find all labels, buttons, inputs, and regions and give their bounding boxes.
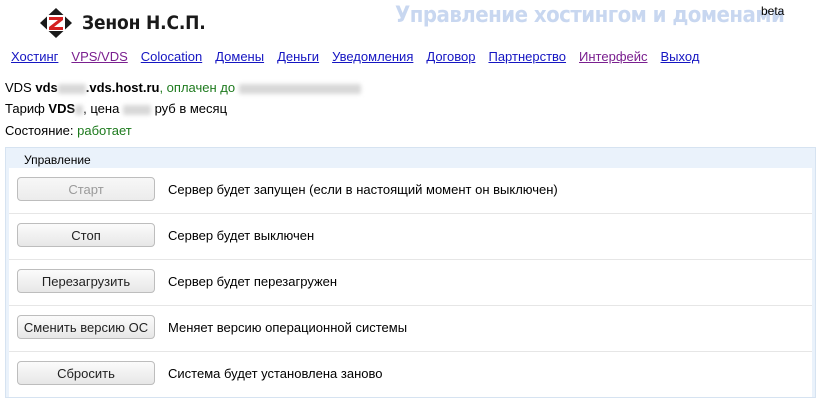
change-os-button[interactable]: Сменить версию ОС xyxy=(17,315,155,339)
redacted-tariff xyxy=(75,104,84,115)
reset-description: Система будет установлена заново xyxy=(168,366,383,381)
server-line: VDS vds .vds.host.ru, оплачен до xyxy=(5,80,361,95)
stop-description: Сервер будет выключен xyxy=(168,228,315,243)
panel-title: Управление xyxy=(24,153,91,167)
nav-money[interactable]: Деньги xyxy=(277,49,319,64)
page-slogan: Управление хостингом и доменами xyxy=(395,3,785,28)
beta-label: beta xyxy=(761,4,785,18)
nav-contract[interactable]: Договор xyxy=(426,49,475,64)
reset-button[interactable]: Сбросить xyxy=(17,361,155,385)
server-prefix: VDS xyxy=(5,80,32,95)
start-description: Сервер будет запущен (если в настоящий м… xyxy=(168,182,558,197)
redacted-paid-date xyxy=(238,83,361,94)
reboot-button[interactable]: Перезагрузить xyxy=(17,269,155,293)
paid-label: , оплачен до xyxy=(159,80,236,95)
price-label: , цена xyxy=(83,101,120,116)
action-row-reset: Сбросить Система будет установлена занов… xyxy=(9,352,812,397)
state-value: работает xyxy=(77,123,132,138)
nav-hosting[interactable]: Хостинг xyxy=(11,49,58,64)
panel-body: Старт Сервер будет запущен (если в насто… xyxy=(9,168,812,397)
server-host-end: .vds.host.ru xyxy=(85,80,160,95)
main-nav: Хостинг VPS/VDS Colocation Домены Деньги… xyxy=(11,49,712,64)
state-line: Состояние: работает xyxy=(5,123,132,138)
reboot-description: Сервер будет перезагружен xyxy=(168,274,338,289)
control-panel: Управление Старт Сервер будет запущен (е… xyxy=(5,147,816,398)
action-row-reboot: Перезагрузить Сервер будет перезагружен xyxy=(9,260,812,306)
nav-interface[interactable]: Интерфейс xyxy=(579,49,647,64)
nav-vps-vds[interactable]: VPS/VDS xyxy=(71,49,127,64)
stop-button[interactable]: Стоп xyxy=(17,223,155,247)
tariff-line: Тариф VDS , цена руб в месяц xyxy=(5,101,227,116)
action-row-stop: Стоп Сервер будет выключен xyxy=(9,214,812,260)
zenon-logo-icon xyxy=(40,8,72,38)
state-label: Состояние: xyxy=(5,123,74,138)
action-row-start: Старт Сервер будет запущен (если в насто… xyxy=(9,168,812,214)
start-button[interactable]: Старт xyxy=(17,177,155,201)
action-row-change-os: Сменить версию ОС Меняет версию операцио… xyxy=(9,306,812,352)
price-unit: руб в месяц xyxy=(154,101,228,116)
tariff-name: VDS xyxy=(48,101,76,116)
tariff-label: Тариф xyxy=(5,101,45,116)
redacted-price xyxy=(122,104,151,115)
nav-logout[interactable]: Выход xyxy=(661,49,700,64)
server-host-start: vds xyxy=(35,80,58,95)
nav-partnership[interactable]: Партнерство xyxy=(488,49,566,64)
nav-colocation[interactable]: Colocation xyxy=(141,49,202,64)
nav-domains[interactable]: Домены xyxy=(215,49,264,64)
redacted-host-part xyxy=(57,83,86,94)
logo-name: Зенон Н.С.П. xyxy=(82,12,206,34)
change-os-description: Меняет версию операционной системы xyxy=(168,320,408,335)
logo: Зенон Н.С.П. xyxy=(40,8,219,38)
nav-notifications[interactable]: Уведомления xyxy=(332,49,413,64)
